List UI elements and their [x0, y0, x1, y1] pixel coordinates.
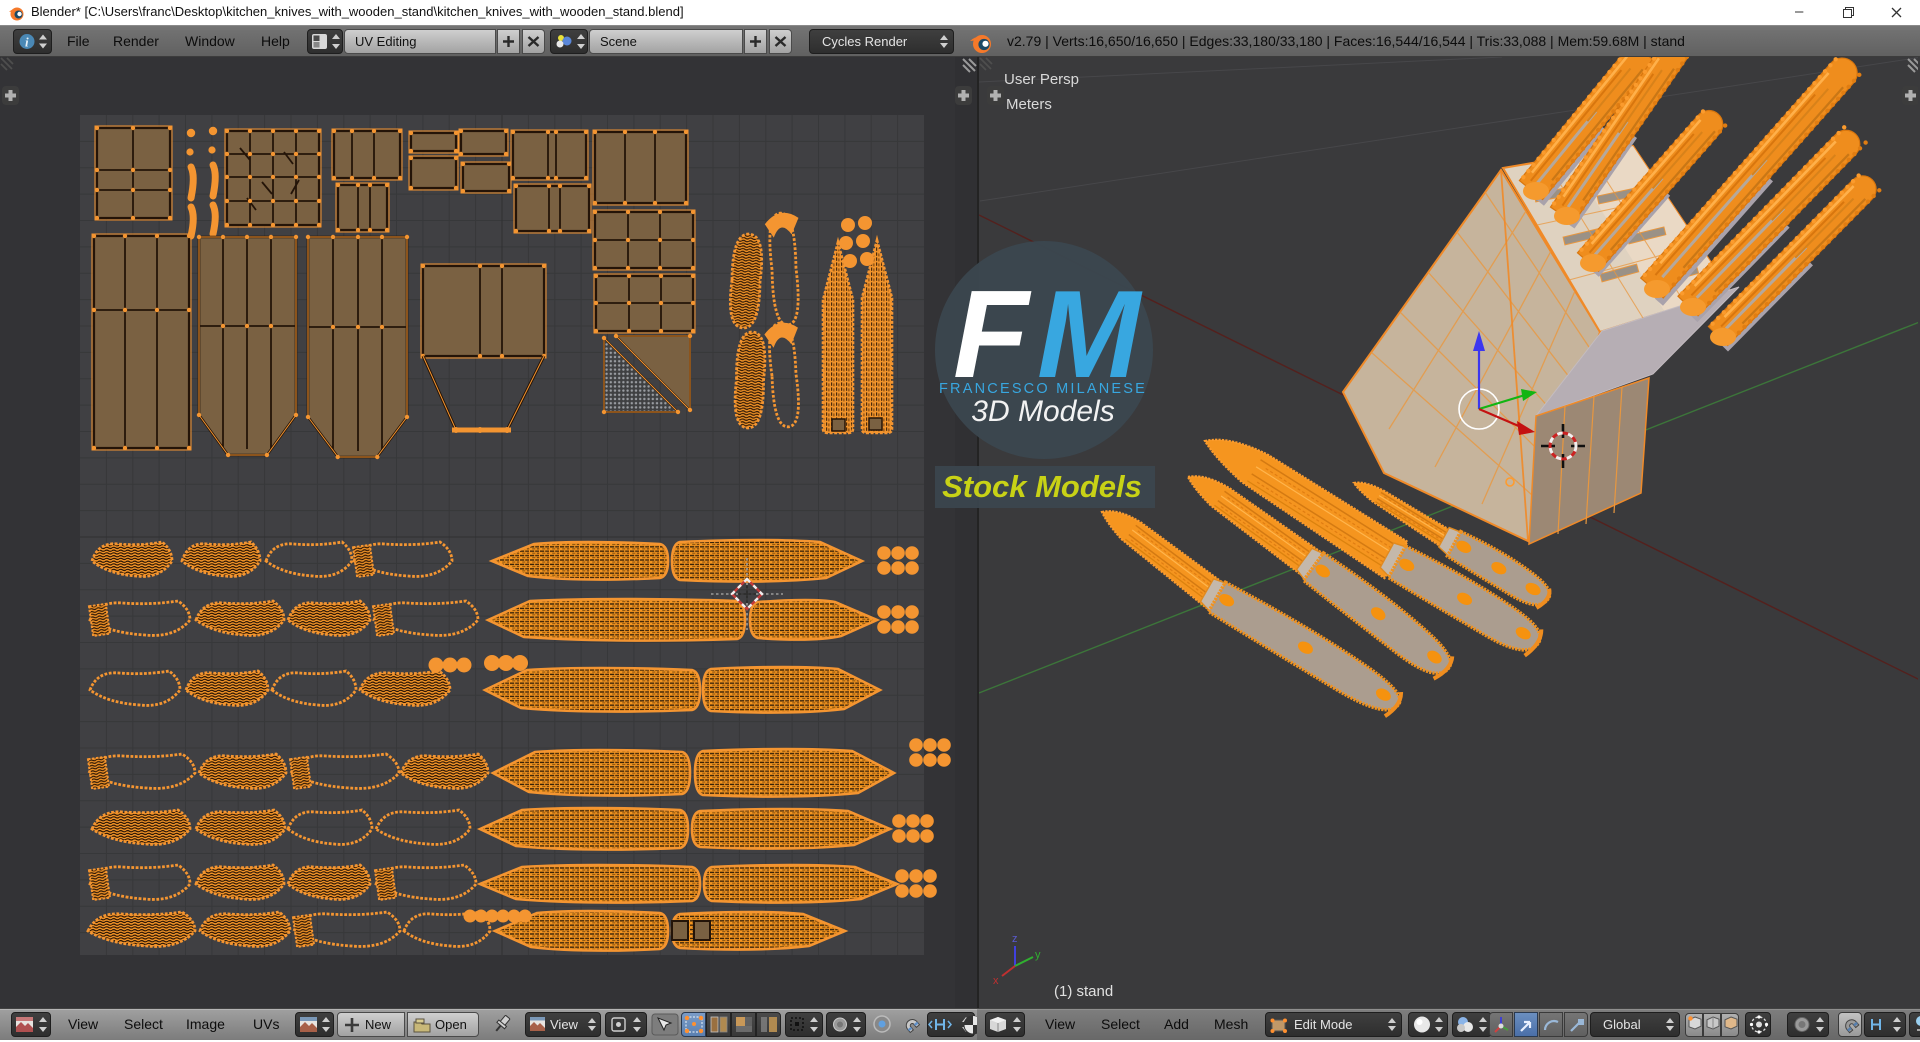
- svg-text:z: z: [1012, 933, 1018, 945]
- svg-text:Meters: Meters: [1006, 96, 1052, 113]
- svg-text:i: i: [25, 35, 29, 50]
- svg-text:y: y: [1035, 949, 1041, 961]
- svg-text:(1) stand: (1) stand: [1054, 983, 1113, 1000]
- svg-text:User Persp: User Persp: [1004, 71, 1079, 88]
- svg-text:x: x: [993, 975, 999, 987]
